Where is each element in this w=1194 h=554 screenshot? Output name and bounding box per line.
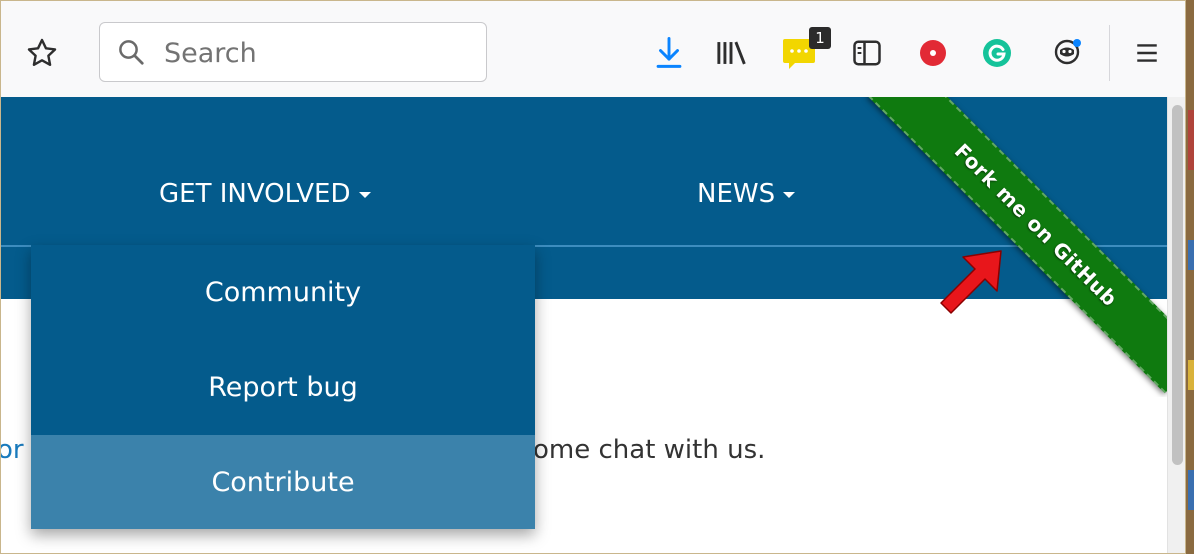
nav-get-involved[interactable]: GET INVOLVED: [159, 179, 371, 209]
download-arrow-icon: [656, 36, 682, 68]
privacy-badger-icon: [1054, 39, 1081, 65]
background-edge-mark: [1188, 110, 1194, 170]
dropdown-item-contribute[interactable]: Contribute: [31, 435, 535, 529]
background-edge-mark: [1188, 470, 1194, 510]
extension-badge-count: 1: [809, 27, 831, 49]
caret-down-icon: [358, 191, 371, 198]
dropdown-item-community[interactable]: Community: [31, 245, 535, 339]
page-scrollbar[interactable]: [1167, 97, 1185, 553]
dropdown-item-label: Community: [204, 276, 362, 308]
star-icon: [27, 38, 57, 66]
grammarly-icon: [983, 39, 1011, 67]
page-body-text: ome chat with us.: [533, 435, 766, 465]
background-edge-mark: [1188, 240, 1194, 270]
chat-extension-button[interactable]: 1: [781, 27, 831, 73]
browser-toolbar: 1: [1, 1, 1185, 98]
red-extension-button[interactable]: [919, 39, 947, 67]
open-menu-button[interactable]: [1129, 35, 1165, 71]
sidebar-toggle-button[interactable]: [851, 37, 883, 69]
nav-news-label: NEWS: [697, 179, 776, 209]
get-involved-dropdown: Community Report bug Contribute: [31, 245, 535, 529]
search-icon: [119, 40, 144, 65]
dropdown-item-report-bug[interactable]: Report bug: [31, 340, 535, 434]
dropdown-item-label: Report bug: [208, 371, 358, 403]
bookmark-star-button[interactable]: [23, 34, 61, 72]
nav-get-involved-label: GET INVOLVED: [159, 179, 351, 209]
scrollbar-thumb[interactable]: [1172, 105, 1183, 465]
search-input[interactable]: [162, 33, 466, 73]
privacy-extension-button[interactable]: [1051, 35, 1085, 69]
toolbar-divider: [1109, 25, 1110, 81]
grammarly-extension-button[interactable]: [981, 37, 1013, 69]
hamburger-menu-icon: [1137, 44, 1157, 62]
page-link-fragment[interactable]: or: [1, 435, 24, 465]
search-box[interactable]: [99, 22, 487, 82]
library-button[interactable]: [711, 35, 751, 71]
sidebar-icon: [853, 40, 881, 66]
background-edge-mark: [1188, 360, 1194, 390]
nav-news[interactable]: NEWS: [697, 179, 796, 209]
browser-window: 1: [0, 0, 1186, 554]
page-viewport: GET INVOLVED NEWS or ome chat with us. C…: [1, 97, 1167, 553]
record-dot-icon: [920, 40, 946, 66]
library-icon: [717, 41, 746, 65]
red-arrow-annotation-icon: [940, 250, 1002, 314]
download-button[interactable]: [651, 33, 687, 73]
fork-me-github-ribbon[interactable]: Fork me on GitHub: [867, 97, 1167, 394]
caret-down-icon: [783, 191, 796, 198]
dropdown-item-label: Contribute: [211, 466, 355, 498]
